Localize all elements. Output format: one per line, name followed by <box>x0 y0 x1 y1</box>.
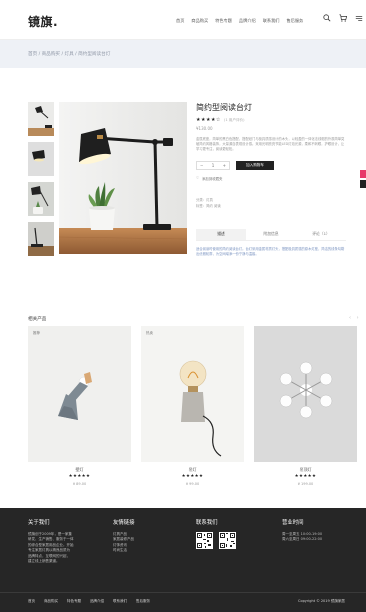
thumbnail-2[interactable] <box>28 142 54 176</box>
product-name[interactable]: 吊灯 <box>141 467 244 473</box>
nav-item-features[interactable]: 特色专题 <box>215 18 232 24</box>
thumbnail-list <box>28 102 54 262</box>
wall-lamp-image <box>28 326 131 462</box>
footer-nav-service[interactable]: 售后服务 <box>136 599 150 604</box>
product-name[interactable]: 吊顶灯 <box>254 467 357 473</box>
product-price: ¥ 199.00 <box>297 482 314 486</box>
quantity-stepper[interactable]: − 1 + <box>196 160 230 170</box>
side-top-button[interactable] <box>360 180 366 188</box>
purchase-row: − 1 + 加入购物车 <box>196 160 346 170</box>
qr-code-icon <box>196 532 213 549</box>
footer-nav-home[interactable]: 首页 <box>28 599 35 604</box>
product-info: 简约型阅读台灯 ★★★★☆ (1 用户评价) ¥130.00 金属底座，简单的黑… <box>196 102 346 257</box>
thumbnail-1[interactable] <box>28 102 54 136</box>
plus-icon[interactable]: + <box>223 163 226 168</box>
breadcrumb[interactable]: 首页 / 商品购买 / 灯具 / 简约型阅读台灯 <box>28 51 110 57</box>
weibo-qr-code <box>219 532 236 549</box>
related-product-card[interactable]: 推荐 <box>28 326 131 462</box>
header-icons <box>323 14 363 22</box>
footer-contact: 联系我们 <box>196 518 242 553</box>
nav-item-brand[interactable]: 品牌介绍 <box>239 18 256 24</box>
footer-hours-title: 营业时间 <box>282 520 304 526</box>
ceiling-lamp-image <box>254 326 357 462</box>
wishlist-link[interactable]: ♡ 添加到收藏夹 <box>196 176 346 181</box>
heart-icon: ♡ <box>196 176 200 181</box>
cart-icon[interactable] <box>339 14 347 22</box>
tab-reviews[interactable]: 评论（1） <box>296 229 346 240</box>
product-stars: ★★★★★ <box>294 474 317 479</box>
thumbnail-4[interactable] <box>28 222 54 256</box>
carousel-arrows[interactable]: ‹ › <box>349 315 361 321</box>
main-nav: 首页 商品购买 特色专题 品牌介绍 联系我们 售后服务 <box>176 18 303 24</box>
lamp-closeup-image <box>28 142 54 176</box>
copyright: Copyright © 2019 镜旗家居 <box>298 599 345 603</box>
footer-nav-shop[interactable]: 商品购买 <box>44 599 58 604</box>
lamp-detail-image <box>28 182 54 216</box>
product-badge: 推荐 <box>33 331 40 335</box>
footer-nav: 首页 商品购买 特色专题 品牌介绍 联系我们 售后服务 <box>28 599 150 604</box>
product-tabs: 描述 附加信息 评论（1） <box>196 228 346 241</box>
breadcrumb-bar: 首页 / 商品购买 / 灯具 / 简约型阅读台灯 <box>0 40 366 68</box>
rating-stars: ★★★★☆ <box>196 117 221 123</box>
footer-links: 友情链接 灯具产品 家居装修产品 灯饰资讯 时尚生活 <box>113 518 135 554</box>
desk-lamp-image <box>59 102 187 254</box>
related-products-title: 相关产品 <box>28 317 47 322</box>
product-rating: ★★★★☆ (1 用户评价) <box>196 117 346 123</box>
wechat-qr-code <box>196 532 213 549</box>
review-count-link[interactable]: (1 用户评价) <box>224 118 245 123</box>
footer-nav-brand[interactable]: 品牌介绍 <box>90 599 104 604</box>
tab-additional-info[interactable]: 附加信息 <box>246 229 296 240</box>
footer-link[interactable]: 时尚生活 <box>113 548 135 553</box>
product-tags[interactable]: 标签：简约 阅读 <box>196 203 346 209</box>
footer-links-title: 友情链接 <box>113 520 135 526</box>
related-product-card[interactable] <box>254 326 357 462</box>
wishlist-label: 添加到收藏夹 <box>202 176 223 181</box>
product-title: 简约型阅读台灯 <box>196 103 252 112</box>
hours-weekend: 周六至周日 09:00-22:00 <box>282 537 323 542</box>
tab-content: 适合阅读时使用的简约阅读台灯。台灯采用金属材质灯头，搭配极具质感的原木灯座，简洁… <box>196 246 345 256</box>
lamp-thumbnail-image <box>28 102 54 136</box>
footer-contact-title: 联系我们 <box>196 520 218 526</box>
site-header: 镜旗. 首页 商品购买 特色专题 品牌介绍 联系我们 售后服务 <box>0 0 366 40</box>
nav-item-home[interactable]: 首页 <box>176 18 184 24</box>
footer-nav-contact[interactable]: 联系我们 <box>113 599 127 604</box>
side-share-button[interactable] <box>360 170 366 178</box>
related-product-card[interactable]: 热卖 <box>141 326 244 462</box>
nav-item-contact[interactable]: 联系我们 <box>263 18 280 24</box>
nav-item-service[interactable]: 售后服务 <box>286 18 303 24</box>
product-name[interactable]: 壁灯 <box>28 467 131 473</box>
menu-icon[interactable] <box>355 14 363 22</box>
search-icon[interactable] <box>323 14 331 22</box>
main-product-image[interactable] <box>59 102 187 254</box>
footer-nav-features[interactable]: 特色专题 <box>67 599 81 604</box>
product-price: ¥ 99.00 <box>185 482 200 486</box>
footer-about-title: 关于我们 <box>28 520 50 526</box>
product-badge: 热卖 <box>146 331 153 335</box>
product-stars: ★★★★★ <box>68 474 91 479</box>
qr-code-icon <box>219 532 236 549</box>
tab-description[interactable]: 描述 <box>196 228 246 240</box>
product-price: ¥ 89.00 <box>72 482 87 486</box>
footer-about-line: 专注家居灯具以精良品质为 <box>28 548 70 553</box>
thumbnail-3[interactable] <box>28 182 54 216</box>
add-to-cart-button[interactable]: 加入购物车 <box>236 160 274 170</box>
minus-icon[interactable]: − <box>200 163 203 168</box>
product-stars: ★★★★★ <box>181 474 204 479</box>
footer-about-line: 建立线上销售渠道。 <box>28 559 60 564</box>
quantity-value[interactable]: 1 <box>212 163 215 168</box>
footer-hours: 营业时间 周一至周五 10:00-19:00 周六至周日 09:00-22:00 <box>282 518 322 543</box>
site-logo[interactable]: 镜旗. <box>28 13 58 30</box>
edison-lamp-image <box>141 326 244 462</box>
product-price: ¥130.00 <box>196 126 213 131</box>
nav-item-shop[interactable]: 商品购买 <box>191 18 208 24</box>
product-description: 金属底座，简单的黑白色搭配，搭配纸门与极具质感设计的木头，以轻盈的一体化法线帽的… <box>196 137 345 152</box>
product-meta: 分类：灯具 标签：简约 阅读 <box>196 197 346 209</box>
lamp-base-image <box>28 222 54 256</box>
footer-about: 关于我们 镜旗创于2009年，是一家集 研发、生产销售、服务于一体 的综合型家居… <box>28 518 74 564</box>
